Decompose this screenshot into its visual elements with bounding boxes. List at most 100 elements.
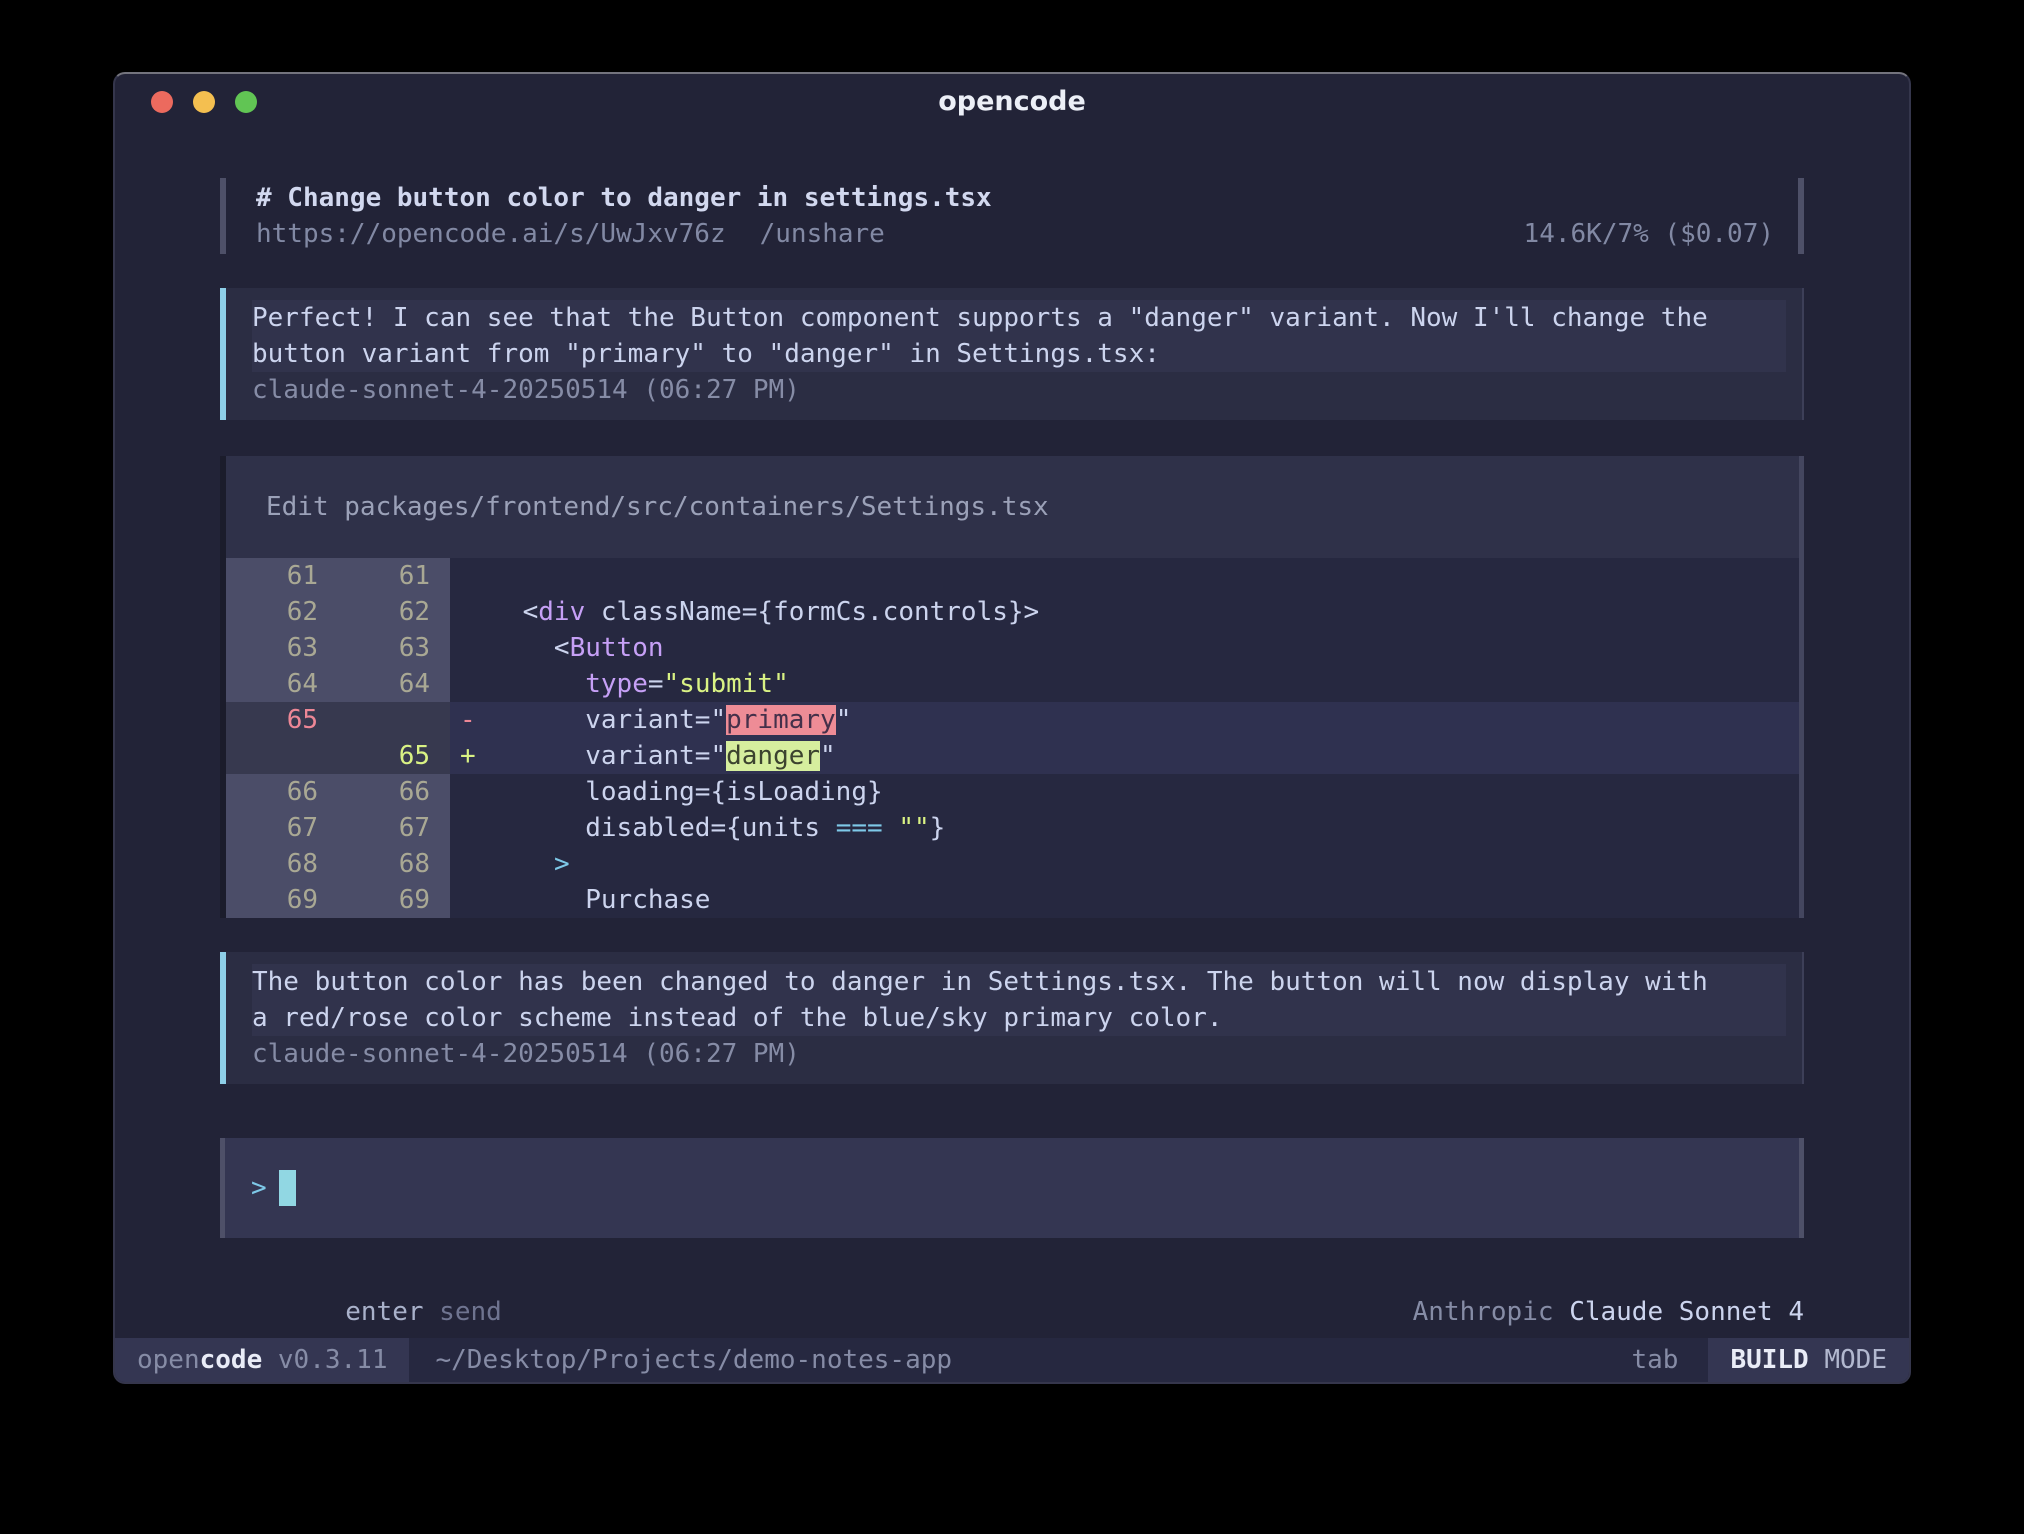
diff-marker xyxy=(460,561,491,591)
diff-line-number-old: 63 xyxy=(226,630,338,666)
diff-line-number-old: 65 xyxy=(226,702,338,738)
provider-label: Anthropic xyxy=(1413,1297,1570,1327)
opencode-window: opencode # Change button color to danger… xyxy=(113,72,1911,1384)
code-token: "submit" xyxy=(664,669,789,699)
diff-line-number-old: 69 xyxy=(226,882,338,918)
app-name-code: code xyxy=(200,1342,263,1378)
unshare-command[interactable]: /unshare xyxy=(760,216,885,252)
message-line: a red/rose color scheme instead of the b… xyxy=(252,1000,1786,1036)
assistant-message: The button color has been changed to dan… xyxy=(220,952,1804,1084)
session-content: # Change button color to danger in setti… xyxy=(115,130,1909,1338)
diff-line-number-old: 61 xyxy=(226,558,338,594)
diff-code-line: <Button xyxy=(450,630,1799,666)
code-token: < xyxy=(491,633,569,663)
diff-row: 6363 <Button xyxy=(226,630,1799,666)
code-token: variant=" xyxy=(491,705,726,735)
traffic-lights xyxy=(151,91,257,113)
diff-marker xyxy=(460,669,491,699)
prompt-symbol: > xyxy=(251,1170,267,1206)
message-line: The button color has been changed to dan… xyxy=(252,964,1786,1000)
diff-marker xyxy=(460,597,491,627)
diff-line-number-old: 67 xyxy=(226,810,338,846)
diff-marker xyxy=(460,813,491,843)
zoom-button[interactable] xyxy=(235,91,257,113)
diff-line-number-old xyxy=(226,738,338,774)
diff-line-number-new: 69 xyxy=(338,882,450,918)
code-token: disabled={units xyxy=(491,813,835,843)
mode-build-label: BUILD xyxy=(1730,1342,1808,1378)
code-token xyxy=(883,813,899,843)
diff-code-line: disabled={units === ""} xyxy=(450,810,1799,846)
code-token: variant=" xyxy=(491,741,726,771)
prompt-input[interactable]: > xyxy=(220,1138,1804,1238)
mode-segment[interactable]: BUILD MODE xyxy=(1708,1338,1909,1382)
diff-line-number-new xyxy=(338,702,450,738)
close-button[interactable] xyxy=(151,91,173,113)
edit-tool-block: Edit packages/frontend/src/containers/Se… xyxy=(220,456,1804,918)
code-token: < xyxy=(491,597,538,627)
model-timestamp: claude-sonnet-4-20250514 (06:27 PM) xyxy=(252,1036,1786,1072)
code-token: } xyxy=(930,813,946,843)
diff-line-number-new: 67 xyxy=(338,810,450,846)
minimize-button[interactable] xyxy=(193,91,215,113)
code-token: " xyxy=(836,705,852,735)
model-timestamp: claude-sonnet-4-20250514 (06:27 PM) xyxy=(252,372,1786,408)
code-token: Button xyxy=(570,633,664,663)
mode-mode-label: MODE xyxy=(1809,1342,1887,1378)
diff-row: 65+ variant="danger" xyxy=(226,738,1799,774)
enter-key-label: enter xyxy=(345,1297,423,1327)
diff-row: 6464 type="submit" xyxy=(226,666,1799,702)
window-title: opencode xyxy=(938,84,1086,120)
tab-key-hint: tab xyxy=(1631,1342,1678,1378)
diff-line-number-new: 64 xyxy=(338,666,450,702)
diff-line-number-new: 63 xyxy=(338,630,450,666)
diff-code-line: <div className={formCs.controls}> xyxy=(450,594,1799,630)
session-meta-row: https://opencode.ai/s/UwJxv76z /unshare … xyxy=(256,216,1774,252)
diff-line-number-new: 68 xyxy=(338,846,450,882)
model-name-label: Claude Sonnet 4 xyxy=(1569,1297,1804,1327)
app-name-open: open xyxy=(137,1342,200,1378)
diff-line-number-old: 66 xyxy=(226,774,338,810)
diff-marker xyxy=(460,885,491,915)
code-token: div xyxy=(538,597,585,627)
diff-row: 6969 Purchase xyxy=(226,882,1799,918)
code-token: Purchase xyxy=(491,885,710,915)
diff-marker xyxy=(460,849,491,879)
message-text: The button color has been changed to dan… xyxy=(252,964,1786,1036)
code-token: danger xyxy=(726,741,820,771)
diff: 6161 6262 <div className={formCs.control… xyxy=(226,558,1799,918)
code-token xyxy=(491,849,554,879)
diff-code-line: + variant="danger" xyxy=(450,738,1799,774)
text-cursor xyxy=(279,1170,296,1206)
diff-line-number-old: 62 xyxy=(226,594,338,630)
diff-line-number-new: 65 xyxy=(338,738,450,774)
code-token: primary xyxy=(726,705,836,735)
share-url-link[interactable]: https://opencode.ai/s/UwJxv76z xyxy=(256,216,726,252)
diff-marker: + xyxy=(460,741,491,771)
diff-line-number-new: 62 xyxy=(338,594,450,630)
send-action-label: send xyxy=(424,1297,502,1327)
diff-line-number-old: 68 xyxy=(226,846,338,882)
diff-code-line: Purchase xyxy=(450,882,1799,918)
code-token: > xyxy=(554,849,570,879)
token-usage: 14.6K/7% ($0.07) xyxy=(1524,216,1774,252)
status-bar: opencode v0.3.11 ~/Desktop/Projects/demo… xyxy=(115,1338,1909,1382)
code-token: " xyxy=(820,741,836,771)
session-header: # Change button color to danger in setti… xyxy=(220,178,1804,254)
message-text: Perfect! I can see that the Button compo… xyxy=(252,300,1786,372)
diff-code-line: - variant="primary" xyxy=(450,702,1799,738)
edit-tool-header: Edit packages/frontend/src/containers/Se… xyxy=(226,456,1799,558)
code-token: = xyxy=(648,669,664,699)
code-token: type xyxy=(585,669,648,699)
message-line: button variant from "primary" to "danger… xyxy=(252,336,1786,372)
diff-marker xyxy=(460,777,491,807)
diff-marker xyxy=(460,633,491,663)
titlebar: opencode xyxy=(115,74,1909,130)
code-token: === xyxy=(836,813,883,843)
diff-code-line: > xyxy=(450,846,1799,882)
diff-row: 6262 <div className={formCs.controls}> xyxy=(226,594,1799,630)
diff-line-number-old: 64 xyxy=(226,666,338,702)
diff-row: 65 - variant="primary" xyxy=(226,702,1799,738)
code-token: className={formCs.controls}> xyxy=(585,597,1039,627)
diff-row: 6161 xyxy=(226,558,1799,594)
